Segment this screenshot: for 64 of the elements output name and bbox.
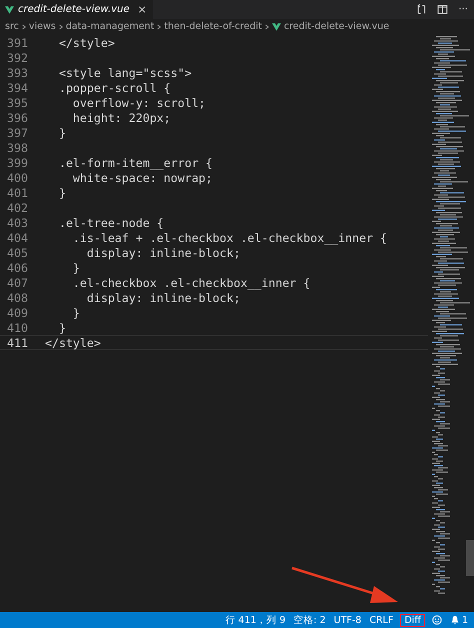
vue-file-icon <box>272 22 281 30</box>
line-number: 407 <box>6 276 29 290</box>
line-number: 409 <box>6 306 29 320</box>
line-number: 410 <box>6 320 29 334</box>
line-number: 395 <box>6 96 29 110</box>
line-number: 393 <box>6 66 29 80</box>
line-number: 402 <box>6 200 29 214</box>
code-line: } <box>58 320 66 334</box>
code-line: .is-leaf + .el-checkbox .el-checkbox__inner { <box>72 230 388 244</box>
status-item[interactable]: 空格: 2 <box>293 614 326 626</box>
line-number: 396 <box>6 110 29 124</box>
code-line: white-space: nowrap; <box>72 170 213 184</box>
more-actions-button[interactable]: ··· <box>458 4 468 15</box>
code-line: } <box>58 126 66 140</box>
code-line: </style> <box>45 336 101 350</box>
code-line: overflow-y: scroll; <box>72 96 206 110</box>
code-line: } <box>72 260 80 274</box>
close-icon[interactable]: × <box>138 3 147 16</box>
line-number: 411 <box>6 336 29 350</box>
line-number: 394 <box>6 80 29 94</box>
line-number: 405 <box>6 246 29 260</box>
line-number: 404 <box>6 230 29 244</box>
code-line: .el-tree-node { <box>58 216 164 230</box>
breadcrumb-item[interactable]: data-management <box>66 21 154 32</box>
chevron-icon <box>22 24 26 30</box>
status-item[interactable]: UTF-8 <box>334 614 362 626</box>
line-number: 408 <box>6 290 29 304</box>
status-item[interactable]: Diff <box>401 614 424 626</box>
breadcrumb-item[interactable]: credit-delete-view.vue <box>284 21 390 32</box>
code-line: } <box>72 306 80 320</box>
code-line: <style lang="scss"> <box>58 66 192 80</box>
line-number: 406 <box>6 260 29 274</box>
line-number: 391 <box>6 36 29 50</box>
notifications-button[interactable]: 1 <box>450 614 468 626</box>
line-number: 398 <box>6 140 29 154</box>
editor-tab[interactable]: credit-delete-view.vue × <box>0 0 153 19</box>
line-number: 400 <box>6 170 29 184</box>
status-item[interactable]: 行 411，列 9 <box>225 614 286 626</box>
chevron-icon <box>264 24 269 30</box>
breadcrumb-item[interactable]: src <box>5 21 19 32</box>
code-line: .el-checkbox .el-checkbox__inner { <box>72 276 310 290</box>
chevron-icon <box>58 24 63 30</box>
line-number: 392 <box>6 50 29 64</box>
code-line: } <box>58 186 66 200</box>
compare-icon[interactable] <box>416 4 428 15</box>
smiley-icon[interactable] <box>432 615 442 625</box>
line-number: 401 <box>6 186 29 200</box>
line-number: 399 <box>6 156 29 170</box>
split-editor-icon[interactable] <box>437 4 448 15</box>
scrollbar-thumb[interactable] <box>466 540 474 576</box>
code-line: display: inline-block; <box>86 246 240 260</box>
bell-icon <box>450 615 460 625</box>
code-line: .el-form-item__error { <box>58 156 213 170</box>
breadcrumb-item[interactable]: then-delete-of-credit <box>164 21 262 32</box>
chevron-icon <box>157 24 162 30</box>
code-line: </style> <box>58 36 115 50</box>
line-number: 403 <box>6 216 29 230</box>
code-line: height: 220px; <box>72 110 171 124</box>
line-number: 397 <box>6 126 29 140</box>
code-line: .popper-scroll { <box>58 80 171 94</box>
breadcrumb-item[interactable]: views <box>28 21 56 32</box>
code-line: display: inline-block; <box>86 290 240 304</box>
vue-file-icon <box>5 6 14 14</box>
status-item[interactable]: CRLF <box>369 614 394 626</box>
